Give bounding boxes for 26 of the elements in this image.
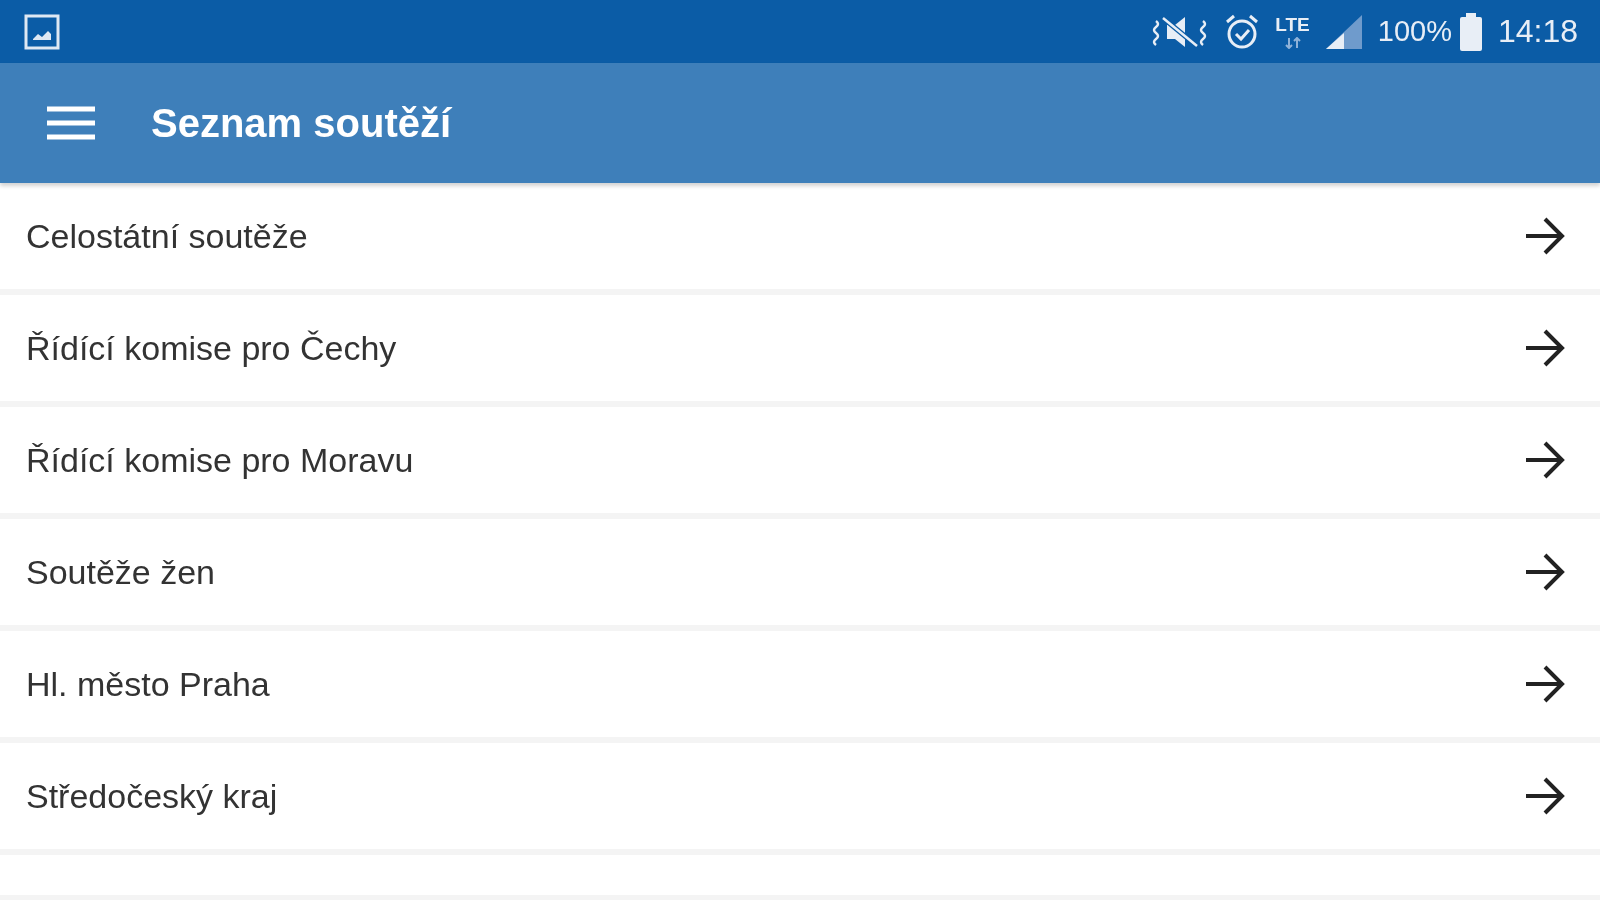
- arrow-right-icon: [1524, 664, 1566, 704]
- list-item[interactable]: Řídící komise pro Čechy: [0, 295, 1600, 401]
- arrow-right-icon: [1524, 776, 1566, 816]
- list-item[interactable]: Hl. město Praha: [0, 631, 1600, 737]
- list-item[interactable]: Řídící komise pro Moravu: [0, 407, 1600, 513]
- list-item[interactable]: Soutěže žen: [0, 519, 1600, 625]
- arrow-right-icon: [1524, 328, 1566, 368]
- list-item[interactable]: Celostátní soutěže: [0, 183, 1600, 289]
- item-label: Řídící komise pro Čechy: [26, 328, 398, 368]
- network-type: LTE: [1275, 14, 1310, 35]
- menu-icon: [47, 106, 95, 140]
- item-label: Hl. město Praha: [26, 664, 271, 704]
- gallery-icon: [24, 13, 60, 50]
- arrow-right-icon: [1524, 216, 1566, 256]
- arrow-right-icon: [1524, 552, 1566, 592]
- item-label: Řídící komise pro Moravu: [26, 440, 415, 480]
- battery-level: 100%: [1377, 15, 1452, 48]
- item-label: Soutěže žen: [26, 552, 217, 592]
- list-item[interactable]: Středočeský kraj: [0, 743, 1600, 849]
- data-transfer-icon: [1284, 36, 1301, 49]
- item-label: Středočeský kraj: [26, 776, 279, 816]
- item-label: Celostátní soutěže: [26, 216, 309, 256]
- clock-time: 14:18: [1497, 13, 1578, 50]
- battery-icon: [1457, 11, 1484, 52]
- screen-title: Seznam soutěží: [151, 100, 452, 146]
- arrow-right-icon: [1524, 440, 1566, 480]
